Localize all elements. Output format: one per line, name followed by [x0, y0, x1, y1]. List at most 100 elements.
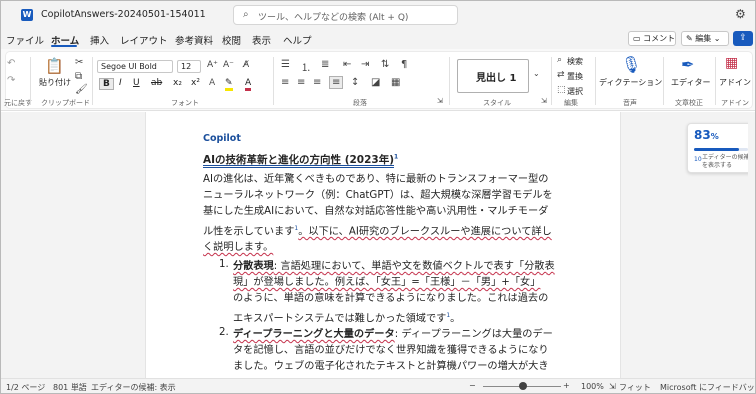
document-heading[interactable]: AIの技術革新と進化の方向性 (2023年)1 — [203, 152, 398, 167]
find-icon[interactable]: ⌕ — [557, 55, 562, 65]
list-item[interactable]: 分散表現: 言語処理において、単語や文を数値ベクトルで表す「分散表 現」が登場し… — [233, 259, 565, 327]
separator — [663, 57, 664, 105]
font-color-icon[interactable]: A — [245, 78, 252, 91]
zoom-slider-thumb[interactable] — [519, 382, 527, 390]
gear-icon[interactable]: ⚙ — [735, 7, 746, 21]
dictate-label[interactable]: ディクテーション — [599, 77, 662, 88]
font-name-select[interactable]: Segoe UI Bold — [97, 60, 173, 73]
cut-icon[interactable]: ✂ — [75, 57, 83, 68]
font-size-select[interactable]: 12 — [177, 60, 201, 73]
select-label[interactable]: 選択 — [567, 86, 583, 97]
paragraph-launcher-icon[interactable]: ⇲ — [437, 97, 443, 105]
editor-icon[interactable]: ✒ — [681, 55, 694, 74]
format-painter-icon[interactable]: 🖌 — [75, 84, 88, 95]
feedback-link[interactable]: Microsoft にフィードバックを — [660, 382, 755, 393]
undo-icon[interactable]: ↶ — [7, 58, 15, 69]
increase-indent-icon[interactable]: ⇥ — [361, 59, 369, 70]
share-button[interactable]: ⇪ — [733, 31, 753, 46]
zoom-out-icon[interactable]: − — [469, 381, 476, 390]
multilevel-list-icon[interactable]: ≣ — [321, 59, 329, 70]
bullets-icon[interactable]: ☰ — [281, 59, 290, 70]
show-marks-icon[interactable]: ¶ — [401, 59, 407, 70]
addins-icon[interactable]: ▦ — [725, 55, 738, 71]
chevron-down-icon[interactable]: ⌄ — [533, 69, 540, 78]
numbering-icon[interactable]: ⒈ — [301, 59, 311, 74]
page-count[interactable]: 1/2 ページ — [6, 382, 45, 393]
redo-icon[interactable]: ↷ — [7, 75, 15, 86]
paste-label[interactable]: 貼り付け — [39, 77, 71, 88]
zoom-in-icon[interactable]: + — [563, 381, 570, 390]
list-line: タを記憶し、言語の並びだけでなく世界知識を獲得できるようになり — [233, 345, 549, 357]
comment-button[interactable]: ▭ コメント — [628, 31, 676, 46]
paragraph-line-end: 。以下に、AI研究のブレークスルーや進展について詳し — [298, 226, 552, 237]
fit-label[interactable]: フィット — [619, 382, 651, 393]
intro-paragraph[interactable]: AIの進化は、近年驚くべきものであり、特に最新のトランスフォーマー型の ニューラ… — [203, 172, 565, 256]
list-line-text: : 言語処理において、単語や文を数値ベクトルで表す「分散表 — [273, 261, 555, 272]
align-left-icon[interactable]: ≡ — [281, 77, 289, 88]
highlight-icon[interactable]: ✎ — [225, 78, 233, 91]
word-icon: W — [21, 9, 33, 21]
line-spacing-icon[interactable]: ↕ — [351, 77, 359, 88]
search-box[interactable]: ⌕ ツール、ヘルプなどの検索 (Alt + Q) — [233, 5, 458, 25]
search-icon: ⌕ — [243, 9, 249, 20]
decrease-indent-icon[interactable]: ⇤ — [343, 59, 351, 70]
comment-label: コメント — [643, 34, 676, 43]
proofing-group-label: 文章校正 — [675, 99, 703, 107]
addins-label[interactable]: アドイン — [719, 77, 751, 88]
clear-format-icon[interactable]: A̸ — [243, 60, 249, 70]
editor-score-suffix: % — [710, 132, 719, 141]
current-style[interactable]: 見出し 1 — [476, 69, 516, 84]
tab-help[interactable]: ヘルプ — [283, 33, 312, 47]
microphone-icon[interactable]: 🎙 — [621, 55, 641, 74]
italic-button[interactable]: I — [119, 78, 122, 88]
copilot-label: Copilot — [203, 133, 241, 144]
edit-mode-button[interactable]: ✎ 編集 ⌄ — [681, 31, 729, 46]
superscript-button[interactable]: x² — [191, 78, 200, 88]
style-gallery[interactable]: 見出し 1 — [457, 59, 529, 93]
replace-icon[interactable]: ⇄ — [557, 70, 565, 80]
tab-view[interactable]: 表示 — [252, 33, 271, 47]
fit-icon[interactable]: ⇲ — [609, 382, 616, 391]
align-center-icon[interactable]: ≡ — [297, 77, 305, 88]
tab-file[interactable]: ファイル — [6, 33, 44, 47]
select-icon[interactable]: ⬚ — [557, 85, 566, 95]
replace-label[interactable]: 置換 — [567, 71, 583, 82]
word-window: W CopilotAnswers-20240501-154011 ⌕ ツール、ヘ… — [0, 0, 756, 394]
align-right-icon[interactable]: ≡ — [313, 77, 321, 88]
styles-launcher-icon[interactable]: ⇲ — [541, 97, 547, 105]
paragraph-line: ル性を示しています1。以下に、AI研究のブレークスルーや進展について詳し — [203, 221, 565, 241]
word-count[interactable]: 801 単語 — [53, 382, 87, 393]
editor-label[interactable]: エディター — [671, 77, 710, 88]
borders-icon[interactable]: ▦ — [391, 77, 400, 88]
find-label[interactable]: 検索 — [567, 56, 583, 67]
shrink-font-icon[interactable]: A⁻ — [223, 60, 234, 70]
grow-font-icon[interactable]: A⁺ — [207, 60, 218, 70]
underline-button[interactable]: U — [133, 78, 140, 88]
editor-status[interactable]: エディターの候補: 表示 — [91, 382, 176, 393]
subscript-button[interactable]: x₂ — [173, 78, 182, 88]
addins-group-label: アドイン — [721, 99, 749, 107]
font-group-label: フォント — [171, 99, 199, 107]
strikethrough-button[interactable]: ab — [151, 78, 162, 88]
tab-references[interactable]: 参考資料 — [175, 33, 213, 47]
sort-icon[interactable]: ⇅ — [381, 59, 389, 70]
document-title[interactable]: CopilotAnswers-20240501-154011 — [41, 9, 206, 20]
zoom-level[interactable]: 100% — [581, 382, 604, 391]
tab-review[interactable]: 校閲 — [222, 33, 241, 47]
text-effects-icon[interactable]: A — [209, 78, 215, 88]
editor-score-card[interactable]: 83% 10 エディターの候補を表示する — [687, 123, 753, 173]
list-term: ディープラーニングと大量のデータ — [233, 329, 395, 340]
bold-button[interactable]: B — [99, 78, 114, 90]
editor-score: 83% — [694, 128, 719, 142]
list-item[interactable]: ディープラーニングと大量のデータ: ディープラーニングは大量のデー タを記憶し、… — [233, 327, 565, 376]
editor-score-fill — [694, 148, 739, 151]
justify-icon[interactable]: ≡ — [329, 76, 344, 89]
vertical-scrollbar[interactable] — [748, 112, 755, 378]
tab-insert[interactable]: 挿入 — [90, 33, 109, 47]
copy-icon[interactable]: ⧉ — [75, 71, 82, 82]
paste-icon[interactable]: 📋 — [45, 57, 64, 75]
heading-reference[interactable]: 1 — [394, 154, 398, 161]
pencil-icon: ✎ — [686, 34, 696, 43]
shading-icon[interactable]: ◪ — [371, 77, 380, 88]
tab-layout[interactable]: レイアウト — [120, 33, 168, 47]
